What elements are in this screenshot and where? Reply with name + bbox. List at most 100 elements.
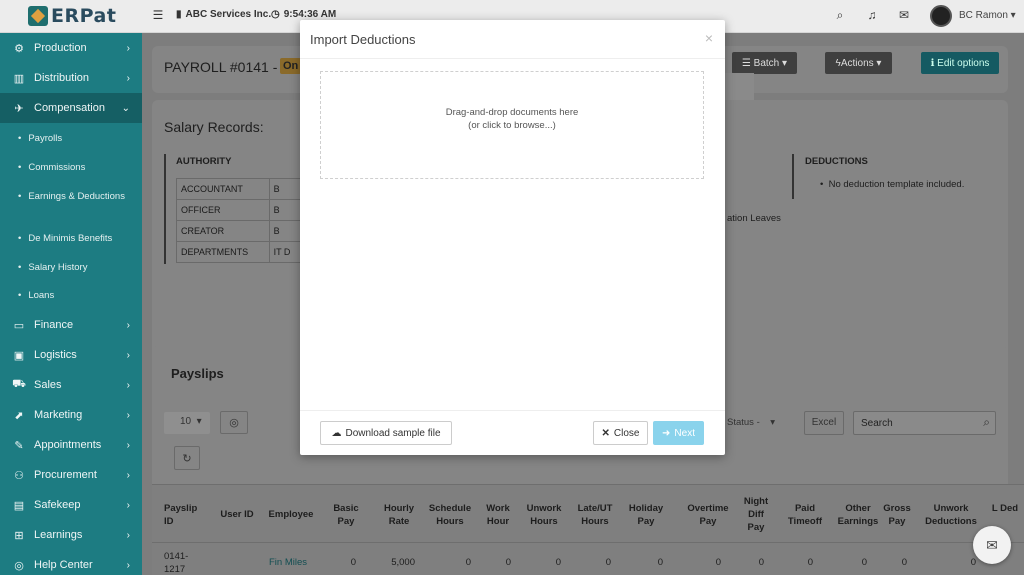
authority-value: B bbox=[268, 220, 302, 242]
col-header[interactable]: Overtime Pay bbox=[684, 502, 732, 528]
import-deductions-modal: Import Deductions × Drag-and-drop docume… bbox=[300, 20, 725, 455]
file-dropzone[interactable]: Drag-and-drop documents here (or click t… bbox=[320, 71, 704, 179]
sidebar-item-label: Learnings bbox=[34, 529, 83, 541]
col-header[interactable]: Other Earnings bbox=[836, 502, 880, 528]
logo-text: ERPat bbox=[51, 5, 117, 27]
leaves-fragment: ation Leaves bbox=[727, 213, 781, 224]
col-header[interactable]: Hourly Rate bbox=[379, 502, 419, 528]
page-size-select[interactable]: 10 ▾ bbox=[164, 412, 210, 434]
chevron-right-icon: › bbox=[126, 379, 130, 391]
close-button[interactable]: ✕ Close bbox=[593, 421, 648, 445]
col-header[interactable]: Night Diff Pay bbox=[742, 495, 770, 534]
eye-toggle-button[interactable]: ◎ bbox=[220, 411, 248, 434]
company-selector[interactable]: ▮ ABC Services Inc. bbox=[176, 9, 271, 20]
search-icon: ⌕ bbox=[983, 415, 990, 429]
cell-other-earnings: 0 bbox=[861, 557, 867, 568]
chevron-right-icon: › bbox=[126, 499, 130, 511]
mail-icon[interactable]: ✉ bbox=[897, 8, 911, 22]
avatar[interactable] bbox=[930, 5, 952, 27]
sidebar-item-appointments[interactable]: ✎ Appointments › bbox=[0, 430, 142, 460]
authority-key: CREATOR bbox=[176, 220, 270, 242]
edit-options-button[interactable]: ℹ Edit options bbox=[921, 52, 999, 74]
col-header[interactable]: Paid Timeoff bbox=[782, 502, 828, 528]
search-placeholder: Search bbox=[861, 418, 893, 429]
deductions-text-value: No deduction template included. bbox=[828, 179, 965, 190]
payslip-search-field[interactable]: Search ⌕ bbox=[853, 411, 996, 435]
cell-employee[interactable]: Fin Miles bbox=[269, 557, 307, 568]
sidebar-item-compensation[interactable]: ✈ Compensation ⌄ bbox=[0, 93, 142, 123]
next-label: Next bbox=[674, 427, 695, 439]
excel-button[interactable]: Excel bbox=[804, 411, 844, 435]
logistics-icon: ▣ bbox=[13, 349, 25, 362]
chat-button[interactable]: ✉ bbox=[973, 526, 1011, 564]
chevron-down-icon: ⌄ bbox=[121, 102, 130, 114]
sidebar-item-learnings[interactable]: ⊞ Learnings › bbox=[0, 520, 142, 550]
status-filter-select[interactable]: Status - ▾ bbox=[727, 412, 797, 434]
actions-button[interactable]: ϟ Actions ▾ bbox=[825, 52, 892, 74]
cell-paid-timeoff: 0 bbox=[807, 557, 813, 568]
col-header[interactable]: User ID bbox=[219, 508, 255, 521]
eye-slash-icon: ◎ bbox=[229, 417, 239, 429]
col-header[interactable]: Late/UT Hours bbox=[574, 502, 616, 528]
chevron-right-icon: › bbox=[126, 42, 130, 54]
building-icon: ▮ bbox=[176, 9, 182, 20]
sidebar-subitem-payrolls[interactable]: Payrolls bbox=[18, 132, 128, 145]
batch-button[interactable]: ☰ Batch ▾ bbox=[732, 52, 797, 74]
logo-mark-icon bbox=[28, 6, 48, 26]
authority-key: ACCOUNTANT bbox=[176, 178, 270, 200]
sidebar-item-finance[interactable]: ▭ Finance › bbox=[0, 310, 142, 340]
sidebar-item-help-center[interactable]: ◎ Help Center › bbox=[0, 550, 142, 575]
bell-icon[interactable]: ♫ bbox=[865, 8, 879, 22]
sidebar-item-logistics[interactable]: ▣ Logistics › bbox=[0, 340, 142, 370]
sidebar-item-label: Finance bbox=[34, 319, 74, 331]
authority-value: B bbox=[268, 199, 302, 221]
col-header[interactable]: Employee bbox=[266, 508, 316, 521]
col-header[interactable]: Unwork Hours bbox=[524, 502, 564, 528]
sidebar-subitem-loans[interactable]: Loans bbox=[18, 289, 128, 302]
col-header[interactable]: Schedule Hours bbox=[426, 502, 474, 528]
sidebar-item-label: Marketing bbox=[34, 409, 83, 421]
col-header[interactable]: Gross Pay bbox=[882, 502, 912, 528]
col-header[interactable]: L Ded bbox=[990, 502, 1020, 515]
cell-basic-pay: 0 bbox=[350, 557, 356, 568]
cell-hourly-rate: 5,000 bbox=[391, 557, 415, 568]
modal-header-divider bbox=[300, 58, 725, 59]
col-header[interactable]: Holiday Pay bbox=[628, 502, 664, 528]
sidebar-subitem-de-minimis[interactable]: De Minimis Benefits bbox=[18, 232, 128, 245]
modal-title: Import Deductions bbox=[310, 32, 416, 47]
search-icon[interactable]: ⌕ bbox=[833, 8, 847, 22]
col-header[interactable]: Payslip ID bbox=[164, 502, 197, 528]
app-logo[interactable]: ERPat bbox=[28, 5, 116, 27]
download-sample-label: Download sample file bbox=[345, 427, 441, 439]
dropzone-instruction: Drag-and-drop documents here bbox=[445, 107, 579, 118]
sidebar-item-label: Logistics bbox=[34, 349, 77, 361]
col-header[interactable]: Basic Pay bbox=[331, 502, 361, 528]
cell-holiday-pay: 0 bbox=[657, 557, 663, 568]
sidebar-item-production[interactable]: ⚙ Production › bbox=[0, 33, 142, 63]
payslips-title: Payslips bbox=[171, 366, 224, 381]
production-icon: ⚙ bbox=[14, 42, 24, 55]
sidebar-subitem-commissions[interactable]: Commissions bbox=[18, 161, 128, 174]
close-icon[interactable]: × bbox=[705, 30, 713, 46]
sidebar-subitem-salary-history[interactable]: Salary History bbox=[18, 261, 128, 274]
sidebar-subitem-earnings-deductions[interactable]: Earnings & Deductions bbox=[18, 190, 128, 203]
next-button[interactable]: ➜ Next bbox=[653, 421, 704, 445]
sidebar-item-safekeep[interactable]: ▤ Safekeep › bbox=[0, 490, 142, 520]
sidebar-item-procurement[interactable]: ⚇ Procurement › bbox=[0, 460, 142, 490]
authority-table: ACCOUNTANT B OFFICER B CREATOR B DEPARTMENT… bbox=[176, 178, 302, 263]
col-header[interactable]: Work Hour bbox=[482, 502, 514, 528]
table-row: ACCOUNTANT B bbox=[176, 178, 302, 200]
clock-display: ◷ 9:54:36 AM bbox=[271, 9, 336, 20]
download-sample-button[interactable]: ☁ Download sample file bbox=[320, 421, 452, 445]
sidebar-item-marketing[interactable]: ⬈ Marketing › bbox=[0, 400, 142, 430]
refresh-button[interactable]: ↻ bbox=[174, 446, 200, 470]
col-header[interactable]: Unwork Deductions bbox=[922, 502, 980, 528]
table-divider bbox=[152, 542, 1024, 543]
sidebar-item-distribution[interactable]: ▥ Distribution › bbox=[0, 63, 142, 93]
chevron-right-icon: › bbox=[126, 529, 130, 541]
menu-icon[interactable]: ☰ bbox=[151, 8, 165, 22]
user-menu[interactable]: BC Ramon ▾ bbox=[959, 10, 1016, 21]
sidebar-item-sales[interactable]: ⛟ Sales › bbox=[0, 370, 142, 400]
appointments-icon: ✎ bbox=[14, 439, 24, 452]
compensation-icon: ✈ bbox=[14, 102, 24, 115]
